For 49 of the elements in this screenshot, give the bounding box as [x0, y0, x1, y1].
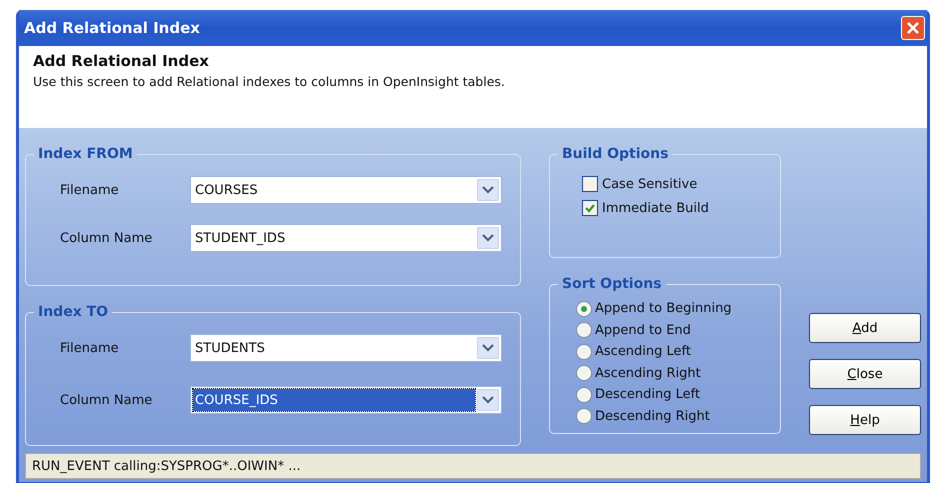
group-title: Index TO [37, 304, 110, 320]
radio-button[interactable] [576, 386, 592, 403]
checkbox[interactable] [582, 176, 598, 192]
header-title: Add Relational Index [33, 52, 210, 70]
dialog-button[interactable]: Help [809, 405, 921, 435]
combo-box[interactable]: STUDENTS [190, 334, 502, 362]
field-label: Column Name [59, 392, 154, 408]
combo-value: COURSES [194, 182, 259, 200]
checkbox[interactable] [582, 200, 598, 216]
combo-box[interactable]: STUDENT_IDS [190, 224, 502, 252]
dialog-button[interactable]: Close [809, 359, 921, 389]
group-title: Index FROM [37, 146, 134, 162]
combo-value: COURSE_IDS [193, 389, 475, 411]
combo-box[interactable]: COURSES [190, 176, 502, 204]
radio-label: Descending Left [595, 387, 700, 402]
dropdown-button[interactable] [477, 389, 499, 411]
radio-label: Append to End [595, 322, 691, 338]
chevron-down-icon [482, 344, 494, 352]
radio-button[interactable] [576, 408, 592, 424]
close-button[interactable] [901, 16, 925, 40]
chevron-down-icon [482, 234, 494, 242]
close-icon [907, 22, 919, 34]
radio-label: Descending Right [595, 408, 710, 424]
group-title: Sort Options [561, 276, 663, 292]
checkbox-label: Case Sensitive [602, 176, 698, 192]
field-label: Column Name [59, 230, 154, 246]
radio-label: Append to Beginning [595, 301, 732, 316]
field-label: Filename [59, 182, 120, 198]
dialog-button[interactable]: Add [809, 313, 921, 343]
radio-button[interactable] [576, 344, 592, 360]
radio-button[interactable] [576, 365, 592, 382]
radio-label: Ascending Left [595, 344, 691, 360]
dropdown-button[interactable] [477, 179, 499, 201]
chevron-down-icon [482, 396, 494, 404]
status-bar: RUN_EVENT calling:SYSPROG*..OIWIN* ... [25, 453, 921, 479]
dropdown-button[interactable] [477, 227, 499, 249]
checkbox-label: Immediate Build [602, 200, 709, 216]
chevron-down-icon [482, 186, 494, 194]
combo-value: STUDENT_IDS [194, 230, 286, 248]
radio-button[interactable] [576, 300, 592, 317]
header-description: Use this screen to add Relational indexes to columns in OpenInsight tables. [33, 74, 506, 89]
radio-button[interactable] [576, 322, 592, 338]
radio-label: Ascending Right [595, 366, 701, 381]
combo-box[interactable]: COURSE_IDS [190, 386, 502, 414]
group-title: Build Options [561, 146, 670, 162]
dropdown-button[interactable] [477, 337, 499, 359]
field-label: Filename [59, 340, 120, 356]
window-title: Add Relational Index [24, 19, 200, 37]
combo-value: STUDENTS [194, 340, 266, 358]
